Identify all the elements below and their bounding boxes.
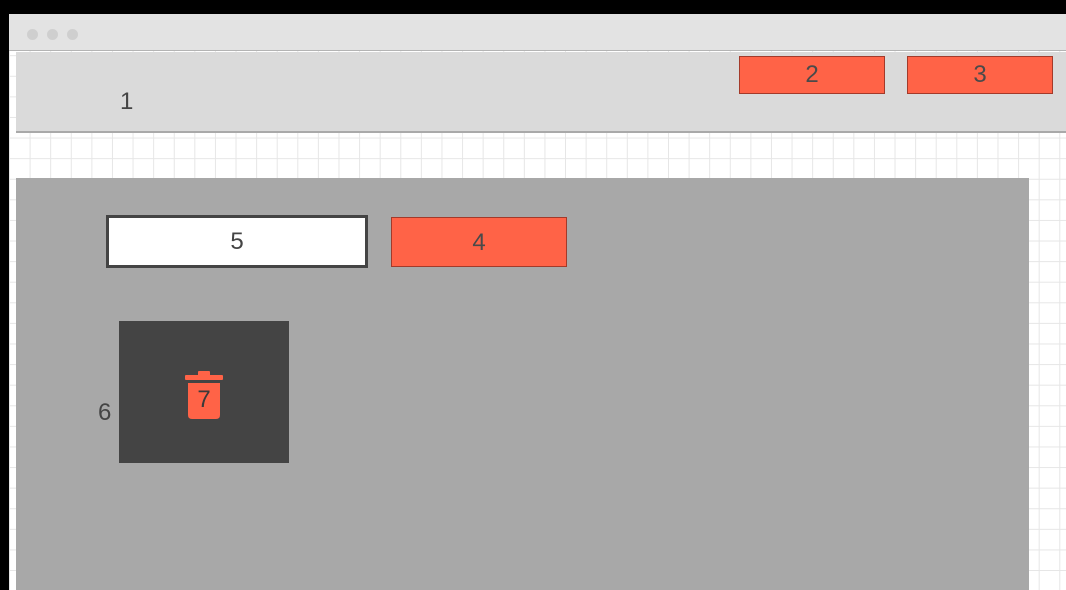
delete-tile[interactable]: 7 bbox=[119, 321, 289, 463]
app-window: 1 2 3 4 6 7 bbox=[9, 14, 1066, 590]
close-window-dot[interactable] bbox=[27, 29, 38, 40]
tile-side-label: 6 bbox=[98, 399, 112, 426]
maximize-window-dot[interactable] bbox=[67, 29, 78, 40]
header-button-2[interactable]: 2 bbox=[739, 56, 885, 94]
title-bar bbox=[9, 14, 1066, 51]
minimize-window-dot[interactable] bbox=[47, 29, 58, 40]
trash-icon-label: 7 bbox=[197, 386, 211, 413]
text-input[interactable] bbox=[106, 215, 368, 268]
content-panel: 4 6 7 bbox=[16, 178, 1029, 590]
header-bar: 1 2 3 bbox=[16, 52, 1066, 133]
trash-icon[interactable]: 7 bbox=[185, 371, 223, 419]
submit-button-4[interactable]: 4 bbox=[391, 217, 567, 267]
header-label: 1 bbox=[120, 88, 134, 115]
header-button-3[interactable]: 3 bbox=[907, 56, 1053, 94]
